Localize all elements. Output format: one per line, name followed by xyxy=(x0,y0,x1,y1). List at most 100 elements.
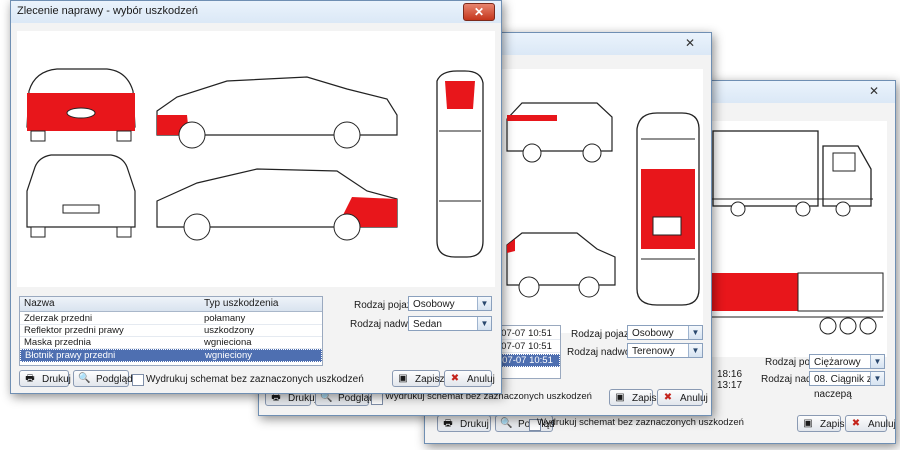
plate-outline[interactable] xyxy=(62,204,100,214)
vehicle-type-value: Ciężarowy xyxy=(814,357,861,368)
wheel-outline[interactable] xyxy=(835,201,851,217)
list-item[interactable]: -07-07 10:51 xyxy=(496,354,560,367)
cancel-label: Anuluj xyxy=(868,419,896,430)
damaged-panel[interactable] xyxy=(507,115,557,121)
print-button[interactable]: 🖶 Drukuj xyxy=(19,370,71,387)
damage-list[interactable]: -07-07 10:51 -07-07 10:51 -07-07 10:51 xyxy=(495,325,561,379)
front-view xyxy=(26,68,136,142)
print-blank-checkbox[interactable] xyxy=(132,374,144,386)
time-cell: 18:16 xyxy=(717,369,743,380)
time-cell: -07-07 10:51 xyxy=(498,328,552,339)
damaged-hood[interactable] xyxy=(445,81,475,109)
wheel-outline[interactable] xyxy=(30,226,46,238)
cab-window-outline[interactable] xyxy=(832,152,856,172)
wheel-outline[interactable] xyxy=(518,276,540,298)
vehicle-type-select[interactable]: Ciężarowy ▼ xyxy=(809,354,885,369)
sunroof-outline[interactable] xyxy=(652,216,682,236)
trailer-box-outline[interactable] xyxy=(712,130,819,207)
column-header[interactable]: Nazwa xyxy=(24,298,55,309)
body-type-select[interactable]: 08. Ciągnik z naczepą ▼ xyxy=(809,371,885,400)
preview-label: Podgląd xyxy=(96,374,133,385)
wheel-outline[interactable] xyxy=(578,276,600,298)
wheel-outline[interactable] xyxy=(333,213,361,241)
table-row[interactable]: Błotnik prawy przedni wgnieciony xyxy=(20,349,322,362)
column-header[interactable]: Typ uszkodzenia xyxy=(204,298,279,309)
wheel-outline[interactable] xyxy=(730,201,746,217)
close-icon[interactable]: ✕ xyxy=(859,83,889,99)
chevron-down-icon[interactable]: ▼ xyxy=(870,372,884,385)
wheel-outline[interactable] xyxy=(178,121,206,149)
sedan-damage-window: Zlecenie naprawy - wybór uszkodzeń ✕ Naz… xyxy=(10,0,502,394)
table-row[interactable]: Zderzak przedni połamany xyxy=(20,313,322,325)
list-item[interactable]: -07-07 10:51 xyxy=(496,328,560,340)
cancel-icon: ✖ xyxy=(851,418,861,429)
damaged-roof[interactable] xyxy=(641,169,695,249)
chevron-down-icon[interactable]: ▼ xyxy=(870,355,884,368)
vehicle-schematic-canvas[interactable] xyxy=(17,31,495,287)
print-label: Drukuj xyxy=(288,393,317,404)
save-button[interactable]: ▣ Zapisz xyxy=(797,415,849,432)
close-icon[interactable]: ✕ xyxy=(675,35,705,51)
wheel-outline[interactable] xyxy=(30,130,46,142)
vehicle-type-select[interactable]: Osobowy ▼ xyxy=(627,325,703,340)
print-blank-label: Wydrukuj schemat bez zaznaczonych uszkod… xyxy=(146,374,364,385)
save-icon: ▣ xyxy=(398,373,408,384)
magnifier-icon: 🔍 xyxy=(500,418,513,429)
print-blank-checkbox[interactable] xyxy=(371,393,383,405)
damaged-panel[interactable] xyxy=(708,273,798,311)
wheel-outline[interactable] xyxy=(839,317,857,335)
side-view-right xyxy=(156,76,398,149)
vehicle-type-value: Osobowy xyxy=(632,328,674,339)
save-icon: ▣ xyxy=(803,418,813,429)
print-blank-label: Wydrukuj schemat bez zaznaczonych uszkod… xyxy=(537,417,744,428)
wheel-outline[interactable] xyxy=(333,121,361,149)
wheel-outline[interactable] xyxy=(795,201,811,217)
trailer-panel-outline[interactable] xyxy=(797,272,884,312)
cancel-icon: ✖ xyxy=(663,392,673,403)
wheel-outline[interactable] xyxy=(116,226,132,238)
chevron-down-icon[interactable]: ▼ xyxy=(477,297,491,310)
cancel-button[interactable]: ✖ Anuluj xyxy=(657,389,708,406)
chevron-down-icon[interactable]: ▼ xyxy=(688,326,702,339)
body-type-select[interactable]: Terenowy ▼ xyxy=(627,343,703,358)
list-item[interactable]: -07-07 10:51 xyxy=(496,341,560,353)
grille-outline[interactable] xyxy=(66,107,96,119)
top-view xyxy=(436,70,484,258)
cancel-button[interactable]: ✖ Anuluj xyxy=(444,370,495,387)
wheel-outline[interactable] xyxy=(819,317,837,335)
body-type-value: Terenowy xyxy=(632,346,675,357)
cancel-button[interactable]: ✖ Anuluj xyxy=(845,415,895,432)
save-label: Zapisz xyxy=(415,374,445,385)
damage-name-cell: Błotnik prawy przedni xyxy=(25,350,116,361)
print-button[interactable]: 🖶 Drukuj xyxy=(437,415,491,432)
body-type-select[interactable]: Sedan ▼ xyxy=(408,316,492,331)
vehicle-type-select[interactable]: Osobowy ▼ xyxy=(408,296,492,311)
wheel-outline[interactable] xyxy=(522,143,542,163)
table-row[interactable]: Reflektor przedni prawy uszkodzony xyxy=(20,325,322,337)
damage-name-cell: Reflektor przedni prawy xyxy=(24,325,124,336)
rear-view xyxy=(26,154,136,238)
chevron-down-icon[interactable]: ▼ xyxy=(688,344,702,357)
chevron-down-icon[interactable]: ▼ xyxy=(477,317,491,330)
time-cell: 13:17 xyxy=(717,380,743,391)
close-icon[interactable]: ✕ xyxy=(463,3,495,21)
suv-side-outline[interactable] xyxy=(506,102,613,152)
table-header: Nazwa Typ uszkodzenia xyxy=(20,297,322,312)
time-cell: -07-07 10:51 xyxy=(499,355,553,366)
wheel-outline[interactable] xyxy=(859,317,877,335)
body-type-value: Sedan xyxy=(413,319,442,330)
preview-label: Podgląd xyxy=(338,393,375,404)
save-button[interactable]: ▣ Zapisz xyxy=(392,370,444,387)
wheel-outline[interactable] xyxy=(582,143,602,163)
cancel-label: Anuluj xyxy=(680,393,708,404)
cancel-label: Anuluj xyxy=(467,374,495,385)
damage-type-cell: uszkodzony xyxy=(204,325,255,336)
suv-side-outline[interactable] xyxy=(506,232,616,286)
damage-table[interactable]: Nazwa Typ uszkodzenia Zderzak przedni po… xyxy=(19,296,323,366)
rear-body-outline[interactable] xyxy=(26,154,136,228)
wheel-outline[interactable] xyxy=(183,213,211,241)
save-button[interactable]: ▣ Zapisz xyxy=(609,389,661,406)
preview-button[interactable]: 🔍 Podgląd xyxy=(73,370,133,387)
table-row[interactable]: Maska przednia wgnieciona xyxy=(20,337,322,349)
wheel-outline[interactable] xyxy=(116,130,132,142)
